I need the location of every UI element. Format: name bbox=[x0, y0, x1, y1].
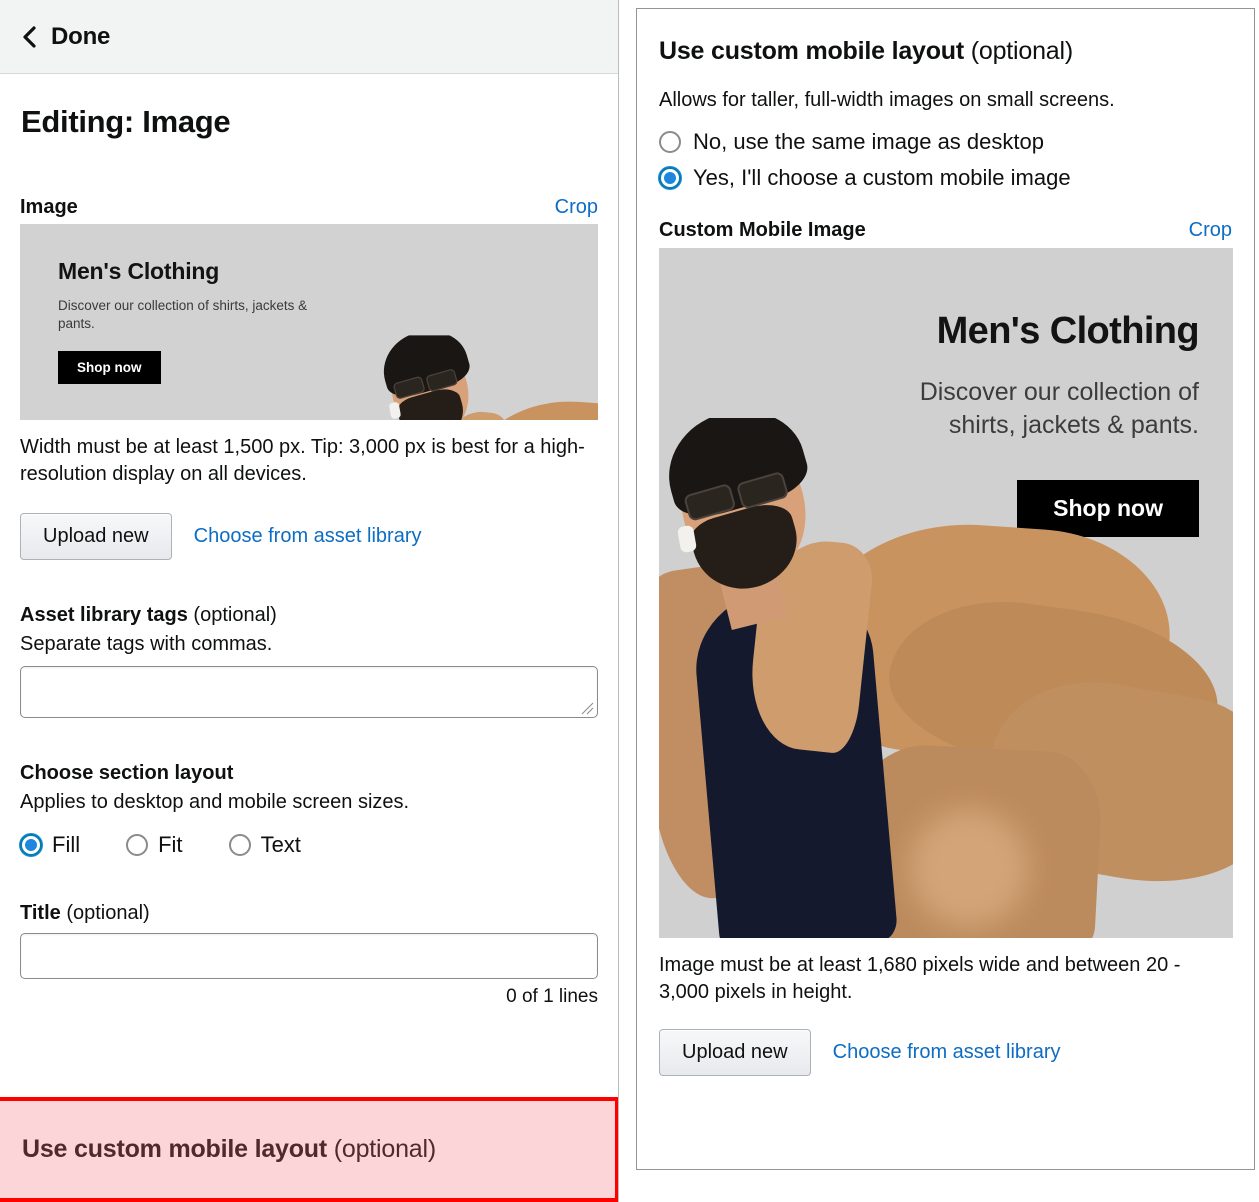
custom-mobile-image-label: Custom Mobile Image bbox=[659, 219, 866, 241]
left-editor-panel: Done Editing: Image Image Crop Men's Clo… bbox=[0, 0, 619, 1202]
choose-asset-library-link-desktop[interactable]: Choose from asset library bbox=[194, 525, 422, 548]
upload-new-button-mobile[interactable]: Upload new bbox=[659, 1029, 811, 1077]
custom-mobile-image-header: Custom Mobile Image Crop bbox=[659, 219, 1232, 242]
title-input[interactable] bbox=[20, 933, 598, 980]
right-panel-title-optional: (optional) bbox=[970, 37, 1073, 65]
crop-link-desktop[interactable]: Crop bbox=[555, 196, 598, 219]
radio-option-custom-image[interactable]: Yes, I'll choose a custom mobile image bbox=[659, 165, 1232, 191]
title-line-counter: 0 of 1 lines bbox=[506, 986, 598, 1008]
radio-option-text[interactable]: Text bbox=[228, 832, 301, 858]
desktop-banner-model-photo bbox=[377, 335, 598, 420]
radio-label-same-image: No, use the same image as desktop bbox=[693, 129, 1044, 154]
callout-label-text: Use custom mobile layout bbox=[22, 1135, 327, 1163]
desktop-banner-subtext: Discover our collection of shirts, jacke… bbox=[58, 298, 308, 332]
radio-option-fit[interactable]: Fit bbox=[126, 832, 183, 858]
crop-link-mobile[interactable]: Crop bbox=[1189, 219, 1232, 242]
radio-label-fill: Fill bbox=[52, 832, 81, 858]
desktop-image-helper-text: Width must be at least 1,500 px. Tip: 3,… bbox=[20, 436, 585, 485]
done-button[interactable]: Done bbox=[51, 23, 110, 51]
mobile-image-actions: Upload new Choose from asset library bbox=[659, 1029, 1232, 1077]
asset-library-tags-label: Asset library tags (optional) bbox=[20, 604, 598, 627]
asset-library-tags-group: Asset library tags (optional) Separate t… bbox=[20, 604, 598, 719]
radio-indicator-custom-image[interactable] bbox=[659, 167, 681, 189]
right-detail-panel: Use custom mobile layout (optional) Allo… bbox=[636, 8, 1255, 1170]
radio-option-same-image[interactable]: No, use the same image as desktop bbox=[659, 129, 1232, 155]
radio-label-text: Text bbox=[260, 832, 301, 858]
asset-library-tags-label-text: Asset library tags bbox=[20, 604, 188, 627]
radio-option-fill[interactable]: Fill bbox=[20, 832, 80, 858]
section-layout-label: Choose section layout bbox=[20, 762, 234, 785]
asset-library-tags-optional: (optional) bbox=[193, 604, 277, 627]
asset-library-tags-description: Separate tags with commas. bbox=[20, 633, 273, 656]
title-field-label-text: Title bbox=[20, 902, 61, 925]
callout-label: Use custom mobile layout (optional) bbox=[22, 1135, 436, 1164]
right-panel-title: Use custom mobile layout (optional) bbox=[659, 37, 1232, 66]
mobile-banner-model-photo bbox=[659, 418, 1233, 938]
right-panel-description: Allows for taller, full-width images on … bbox=[659, 89, 1115, 111]
radio-label-custom-image: Yes, I'll choose a custom mobile image bbox=[693, 165, 1071, 190]
screenshot-root: Done Editing: Image Image Crop Men's Clo… bbox=[0, 0, 1259, 1202]
mobile-banner-heading: Men's Clothing bbox=[936, 310, 1200, 352]
right-panel-title-text: Use custom mobile layout bbox=[659, 37, 964, 65]
callout-optional: (optional) bbox=[333, 1135, 436, 1163]
editor-body: Editing: Image Image Crop Men's Clothing… bbox=[0, 104, 618, 1008]
section-layout-group: Choose section layout Applies to desktop… bbox=[20, 762, 598, 858]
desktop-image-preview[interactable]: Men's Clothing Discover our collection o… bbox=[20, 224, 598, 420]
chevron-left-icon[interactable] bbox=[22, 25, 37, 49]
editor-header: Done bbox=[0, 0, 618, 74]
image-field-header: Image Crop bbox=[20, 196, 598, 219]
radio-indicator-fill[interactable] bbox=[20, 834, 42, 857]
choose-asset-library-link-mobile[interactable]: Choose from asset library bbox=[833, 1041, 1061, 1064]
resize-grip-icon[interactable] bbox=[580, 701, 594, 715]
section-layout-description: Applies to desktop and mobile screen siz… bbox=[20, 791, 410, 814]
radio-indicator-text[interactable] bbox=[228, 834, 251, 857]
page-title: Editing: Image bbox=[21, 104, 231, 139]
radio-indicator-same-image[interactable] bbox=[659, 131, 681, 153]
desktop-banner-heading: Men's Clothing bbox=[58, 258, 220, 284]
mobile-image-preview[interactable]: Men's Clothing Discover our collection o… bbox=[659, 248, 1233, 938]
image-field-label: Image bbox=[20, 196, 78, 218]
desktop-image-actions: Upload new Choose from asset library bbox=[20, 513, 598, 561]
radio-indicator-fit[interactable] bbox=[126, 834, 149, 857]
radio-label-fit: Fit bbox=[158, 832, 183, 858]
asset-library-tags-input[interactable] bbox=[20, 666, 598, 719]
section-layout-radio-group: Fill Fit Text bbox=[20, 832, 598, 858]
mobile-layout-radio-group: No, use the same image as desktop Yes, I… bbox=[659, 129, 1232, 191]
title-field-group: Title (optional) 0 of 1 lines bbox=[20, 902, 598, 1008]
upload-new-button-desktop[interactable]: Upload new bbox=[20, 513, 172, 561]
title-field-label: Title (optional) bbox=[20, 902, 598, 925]
highlighted-custom-mobile-layout-row[interactable]: Use custom mobile layout (optional) bbox=[0, 1097, 618, 1202]
desktop-banner-cta: Shop now bbox=[58, 351, 161, 385]
title-field-optional: (optional) bbox=[66, 902, 150, 925]
desktop-banner-text: Men's Clothing Discover our collection o… bbox=[58, 258, 318, 385]
mobile-image-helper-text: Image must be at least 1,680 pixels wide… bbox=[659, 954, 1181, 1003]
